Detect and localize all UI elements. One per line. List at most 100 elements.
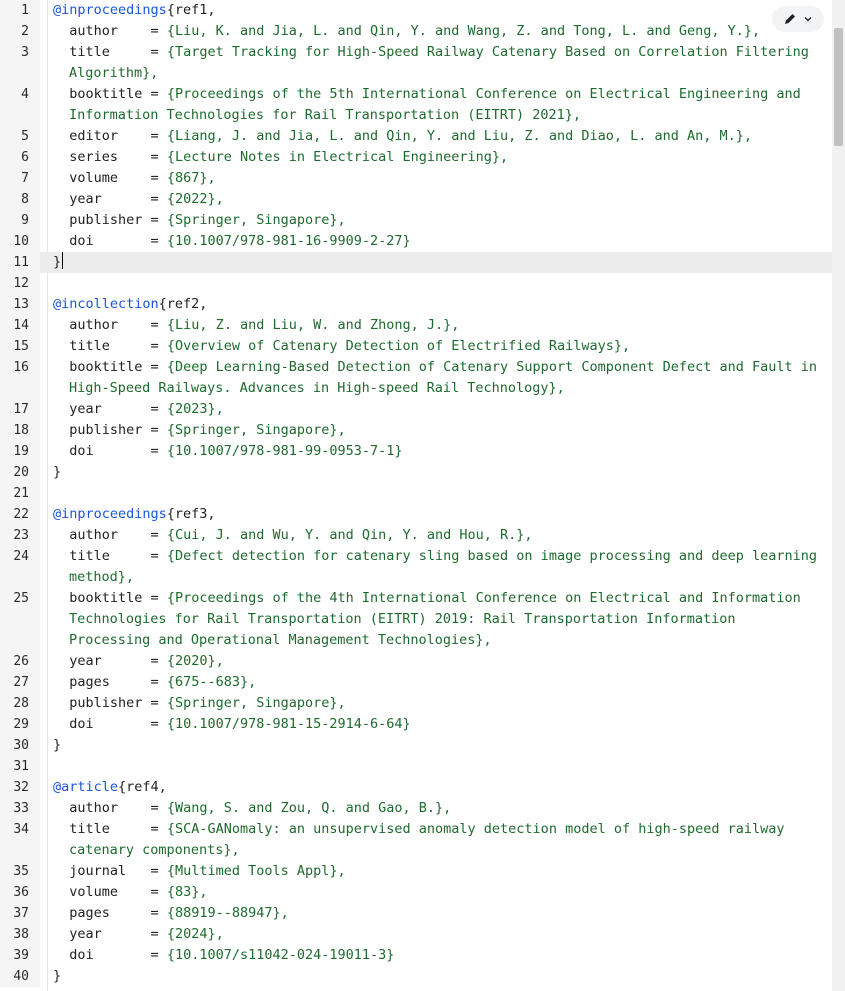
- line-number: 12: [13, 276, 29, 291]
- line-number: 28: [13, 696, 29, 711]
- token-val: {SCA-GANomaly: an unsupervised anomaly d…: [166, 821, 785, 837]
- code-line[interactable]: 10 doi = {10.1007/978-981-16-9909-2-27}: [0, 231, 832, 252]
- code-line[interactable]: 6 series = {Lecture Notes in Electrical …: [0, 147, 832, 168]
- code-line-wrap[interactable]: Information Technologies for Rail Transp…: [0, 105, 832, 126]
- line-number: 21: [13, 486, 29, 501]
- line-number: 22: [13, 507, 29, 522]
- line-number: 40: [13, 969, 29, 984]
- token-val: {10.1007/978-981-16-9909-2-27}: [166, 233, 411, 249]
- code-line[interactable]: 8 year = {2022},: [0, 189, 832, 210]
- edit-mode-button[interactable]: [772, 6, 824, 32]
- token-brace: }: [53, 737, 62, 753]
- code-line[interactable]: 13 @incollection{ref2,: [0, 294, 832, 315]
- line-code: doi = {10.1007/978-981-15-2914-6-64}: [53, 714, 410, 735]
- code-line[interactable]: 1 @inproceedings{ref1,: [0, 0, 832, 21]
- line-code: author = {Cui, J. and Wu, Y. and Qin, Y.…: [53, 525, 532, 546]
- code-line[interactable]: 36 volume = {83},: [0, 882, 832, 903]
- token-key: doi: [53, 716, 151, 732]
- token-tag: @incollection: [53, 296, 159, 312]
- code-line[interactable]: 15 title = {Overview of Catenary Detecti…: [0, 336, 832, 357]
- line-number: 34: [13, 822, 29, 837]
- token-brace: }: [53, 254, 62, 270]
- code-line[interactable]: 20}: [0, 462, 832, 483]
- code-line[interactable]: 3 title = {Target Tracking for High-Spee…: [0, 42, 832, 63]
- code-line[interactable]: 39 doi = {10.1007/s11042-024-19011-3}: [0, 945, 832, 966]
- code-line[interactable]: 17 year = {2023},: [0, 399, 832, 420]
- code-line[interactable]: 29 doi = {10.1007/978-981-15-2914-6-64}: [0, 714, 832, 735]
- line-code: year = {2023},: [53, 399, 223, 420]
- token-brace: =: [150, 716, 167, 732]
- token-brace: =: [150, 170, 167, 186]
- code-line[interactable]: 11}: [0, 252, 832, 273]
- code-line[interactable]: 31: [0, 756, 832, 777]
- code-line[interactable]: 40}: [0, 966, 832, 987]
- line-code: catenary components},: [69, 840, 240, 861]
- token-brace: =: [150, 947, 167, 963]
- code-line[interactable]: 21: [0, 483, 832, 504]
- code-line-wrap[interactable]: Processing and Operational Management Te…: [0, 630, 832, 651]
- line-code: volume = {83},: [53, 882, 207, 903]
- code-line[interactable]: 23 author = {Cui, J. and Wu, Y. and Qin,…: [0, 525, 832, 546]
- line-number: 18: [13, 423, 29, 438]
- code-line[interactable]: 32 @article{ref4,: [0, 777, 832, 798]
- code-line[interactable]: 16 booktitle = {Deep Learning-Based Dete…: [0, 357, 832, 378]
- code-line[interactable]: 24 title = {Defect detection for catenar…: [0, 546, 832, 567]
- code-line[interactable]: 33 author = {Wang, S. and Zou, Q. and Ga…: [0, 798, 832, 819]
- token-tag: @inproceedings: [53, 2, 167, 18]
- line-number: 11: [13, 255, 29, 270]
- code-line[interactable]: 35 journal = {Multimed Tools Appl},: [0, 861, 832, 882]
- code-line[interactable]: 18 publisher = {Springer, Singapore},: [0, 420, 832, 441]
- code-line[interactable]: 25 booktitle = {Proceedings of the 4th I…: [0, 588, 832, 609]
- token-val: {10.1007/978-981-99-0953-7-1}: [166, 443, 403, 459]
- code-line-wrap[interactable]: method},: [0, 567, 832, 588]
- token-val: {83},: [166, 884, 208, 900]
- token-val: {Liu, K. and Jia, L. and Qin, Y. and Wan…: [166, 23, 761, 39]
- token-val: {88919--88947},: [166, 905, 289, 921]
- code-line-wrap[interactable]: High-Speed Railways. Advances in High-sp…: [0, 378, 832, 399]
- code-line[interactable]: 19 doi = {10.1007/978-981-99-0953-7-1}: [0, 441, 832, 462]
- code-editor[interactable]: 1 @inproceedings{ref1, 2 author = {Liu, K.…: [0, 0, 832, 991]
- code-line-wrap[interactable]: catenary components},: [0, 840, 832, 861]
- token-key: volume: [53, 170, 151, 186]
- code-line[interactable]: 30}: [0, 735, 832, 756]
- token-key: publisher: [53, 422, 151, 438]
- code-line[interactable]: 38 year = {2024},: [0, 924, 832, 945]
- code-line[interactable]: 22 @inproceedings{ref3,: [0, 504, 832, 525]
- token-key: booktitle: [53, 359, 151, 375]
- line-code: author = {Liu, Z. and Liu, W. and Zhong,…: [53, 315, 459, 336]
- code-line-wrap[interactable]: Algorithm},: [0, 63, 832, 84]
- line-code: editor = {Liang, J. and Jia, L. and Qin,…: [53, 126, 752, 147]
- line-code: year = {2024},: [53, 924, 224, 945]
- token-val: {2020},: [166, 653, 224, 669]
- token-val: {Overview of Catenary Detection of Elect…: [166, 338, 631, 354]
- vertical-scrollbar[interactable]: [832, 0, 845, 991]
- token-val: {Defect detection for catenary sling bas…: [166, 548, 818, 564]
- code-line[interactable]: 34 title = {SCA-GANomaly: an unsupervise…: [0, 819, 832, 840]
- line-number: 26: [13, 654, 29, 669]
- code-line[interactable]: 9 publisher = {Springer, Singapore},: [0, 210, 832, 231]
- token-key: publisher: [53, 212, 151, 228]
- line-code: title = {Defect detection for catenary s…: [53, 546, 817, 567]
- code-line[interactable]: 28 publisher = {Springer, Singapore},: [0, 693, 832, 714]
- code-line[interactable]: 27 pages = {675--683},: [0, 672, 832, 693]
- code-line[interactable]: 37 pages = {88919--88947},: [0, 903, 832, 924]
- token-brace: =: [150, 821, 167, 837]
- code-line-wrap[interactable]: Technologies for Rail Transportation (EI…: [0, 609, 832, 630]
- line-number: 33: [13, 801, 29, 816]
- code-line[interactable]: 2 author = {Liu, K. and Jia, L. and Qin,…: [0, 21, 832, 42]
- code-line[interactable]: 7 volume = {867},: [0, 168, 832, 189]
- token-val: {2024},: [166, 926, 224, 942]
- code-line[interactable]: 4 booktitle = {Proceedings of the 5th In…: [0, 84, 832, 105]
- code-line[interactable]: 14 author = {Liu, Z. and Liu, W. and Zho…: [0, 315, 832, 336]
- code-line[interactable]: 12: [0, 273, 832, 294]
- line-number: 14: [13, 318, 29, 333]
- scrollbar-thumb[interactable]: [834, 28, 843, 146]
- token-brace: =: [150, 233, 167, 249]
- line-code: booktitle = {Proceedings of the 5th Inte…: [53, 84, 801, 105]
- code-line[interactable]: 26 year = {2020},: [0, 651, 832, 672]
- line-code: @incollection{ref2,: [53, 294, 207, 315]
- token-val: {Wang, S. and Zou, Q. and Gao, B.},: [166, 800, 452, 816]
- token-key: year: [53, 926, 151, 942]
- code-line[interactable]: 5 editor = {Liang, J. and Jia, L. and Qi…: [0, 126, 832, 147]
- line-number: 38: [13, 927, 29, 942]
